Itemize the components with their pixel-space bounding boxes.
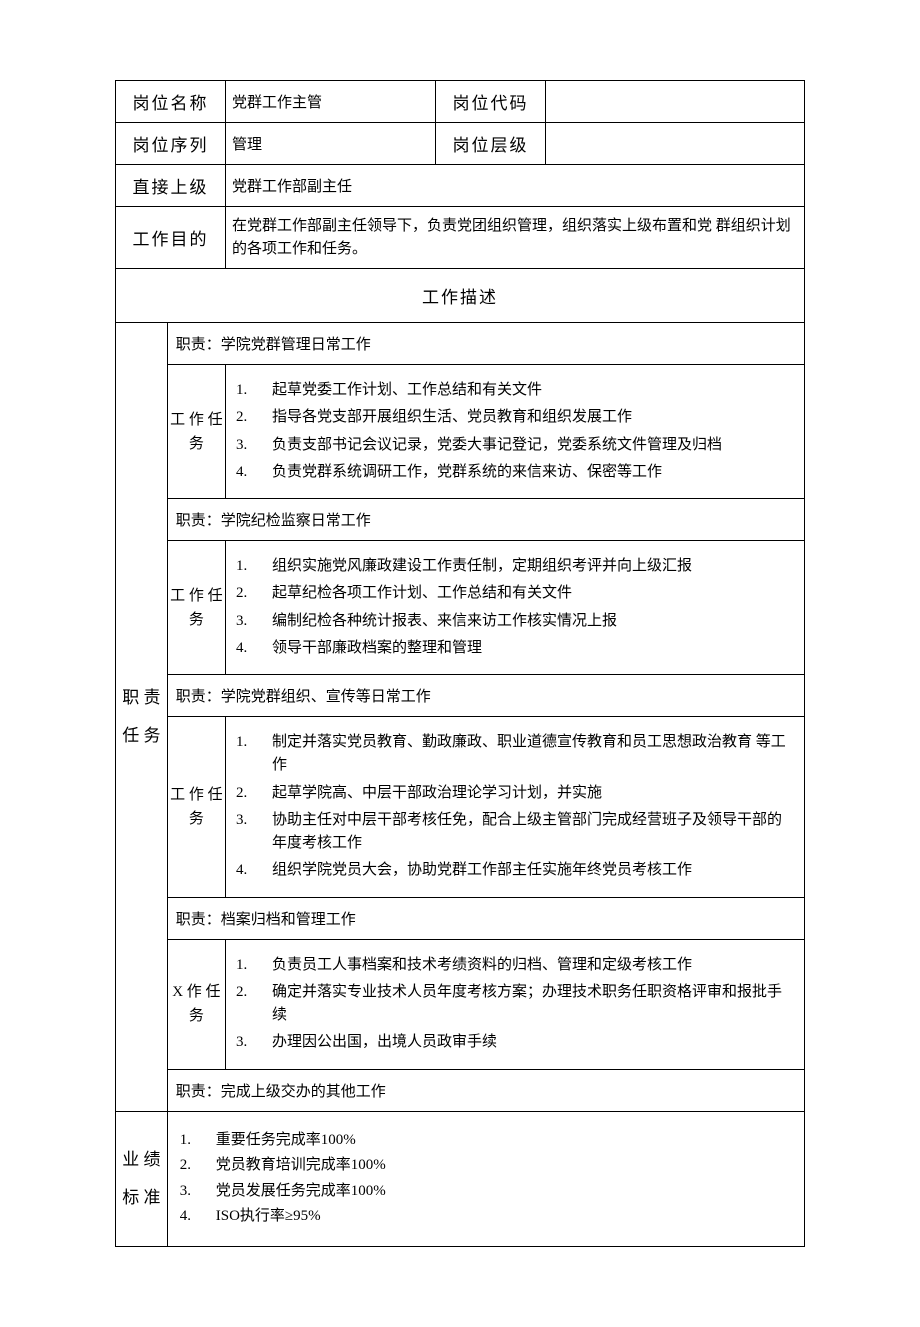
list-item: 2.指导各党支部开展组织生活、党员教育和组织发展工作 (236, 404, 794, 431)
standards-row: 业 绩 标 准 1.重要任务完成率100% 2.党员教育培训完成率100% 3.… (116, 1111, 805, 1246)
duty-1-task-list: 1.组织实施党风廉政建设工作责任制，定期组织考评并向上级汇报 2.起草纪检各项工… (232, 549, 798, 666)
row-position-name: 岗位名称 党群工作主管 岗位代码 (116, 81, 805, 123)
duty-1-tasks-cell: 1.组织实施党风廉政建设工作责任制，定期组织考评并向上级汇报 2.起草纪检各项工… (226, 541, 805, 675)
duty-3-title-row: 职责：档案归档和管理工作 (116, 897, 805, 939)
task-text: 起草纪检各项工作计划、工作总结和有关文件 (272, 582, 794, 605)
duty-0-tasks-row: 工 作 任 务 1.起草党委工作计划、工作总结和有关文件 2.指导各党支部开展组… (116, 365, 805, 499)
list-item: 4.领导干部廉政档案的整理和管理 (236, 635, 794, 662)
duty-2-sub-label: 工 作 任 务 (167, 717, 225, 898)
row-supervisor: 直接上级 党群工作部副主任 (116, 165, 805, 207)
task-text: 确定并落实专业技术人员年度考核方案；办理技术职务任职资格评审和报批手续 (272, 981, 794, 1028)
list-item: 1.重要任务完成率100% (180, 1128, 792, 1154)
standards-cell: 1.重要任务完成率100% 2.党员教育培训完成率100% 3.党员发展任务完成… (167, 1111, 804, 1246)
duty-2-title: 职责：学院党群组织、宣传等日常工作 (167, 675, 804, 717)
task-text: 协助主任对中层干部考核任免，配合上级主管部门完成经营班子及领导干部的年度考核工作 (272, 809, 794, 856)
standard-text: 党员发展任务完成率100% (216, 1179, 386, 1205)
label-position-code: 岗位代码 (436, 81, 546, 123)
value-position-name: 党群工作主管 (226, 81, 436, 123)
duty-0-task-list: 1.起草党委工作计划、工作总结和有关文件 2.指导各党支部开展组织生活、党员教育… (232, 373, 798, 490)
list-item: 1.负责员工人事档案和技术考绩资料的归档、管理和定级考核工作 (236, 952, 794, 979)
duty-0-tasks-cell: 1.起草党委工作计划、工作总结和有关文件 2.指导各党支部开展组织生活、党员教育… (226, 365, 805, 499)
duty-3-tasks-cell: 1.负责员工人事档案和技术考绩资料的归档、管理和定级考核工作 2.确定并落实专业… (226, 939, 805, 1069)
row-purpose: 工作目的 在党群工作部副主任领导下，负责党团组织管理，组织落实上级布置和党 群组… (116, 207, 805, 269)
duty-3-sub-label: X 作 任 务 (167, 939, 225, 1069)
standard-text: ISO执行率≥95% (216, 1204, 321, 1230)
list-item: 4.组织学院党员大会，协助党群工作部主任实施年终党员考核工作 (236, 857, 794, 884)
task-text: 指导各党支部开展组织生活、党员教育和组织发展工作 (272, 406, 794, 429)
task-text: 起草学院高、中层干部政治理论学习计划，并实施 (272, 782, 794, 805)
task-text: 组织实施党风廉政建设工作责任制，定期组织考评并向上级汇报 (272, 555, 794, 578)
list-item: 1.起草党委工作计划、工作总结和有关文件 (236, 377, 794, 404)
duty-1-title-row: 职责：学院纪检监察日常工作 (116, 499, 805, 541)
duty-2-title-row: 职责：学院党群组织、宣传等日常工作 (116, 675, 805, 717)
value-position-series: 管理 (226, 123, 436, 165)
duty-4-title: 职责：完成上级交办的其他工作 (167, 1069, 804, 1111)
label-position-name: 岗位名称 (116, 81, 226, 123)
list-item: 1.组织实施党风廉政建设工作责任制，定期组织考评并向上级汇报 (236, 553, 794, 580)
list-item: 3.协助主任对中层干部考核任免，配合上级主管部门完成经营班子及领导干部的年度考核… (236, 807, 794, 858)
task-text: 办理因公出国，出境人员政审手续 (272, 1031, 794, 1054)
list-item: 2.起草学院高、中层干部政治理论学习计划，并实施 (236, 780, 794, 807)
standards-list: 1.重要任务完成率100% 2.党员教育培训完成率100% 3.党员发展任务完成… (174, 1120, 798, 1238)
task-text: 负责支部书记会议记录，党委大事记登记，党委系统文件管理及归档 (272, 434, 794, 457)
duty-4-title-row: 职责：完成上级交办的其他工作 (116, 1069, 805, 1111)
duty-2-task-list: 1.制定并落实党员教育、勤政廉政、职业道德宣传教育和员工思想政治教育 等工作 2… (232, 725, 798, 889)
duty-2-tasks-row: 工 作 任 务 1.制定并落实党员教育、勤政廉政、职业道德宣传教育和员工思想政治… (116, 717, 805, 898)
task-text: 组织学院党员大会，协助党群工作部主任实施年终党员考核工作 (272, 859, 794, 882)
task-text: 负责员工人事档案和技术考绩资料的归档、管理和定级考核工作 (272, 954, 794, 977)
list-item: 3.编制纪检各种统计报表、来信来访工作核实情况上报 (236, 608, 794, 635)
value-position-code (546, 81, 805, 123)
list-item: 3.办理因公出国，出境人员政审手续 (236, 1029, 794, 1056)
list-item: 2.确定并落实专业技术人员年度考核方案；办理技术职务任职资格评审和报批手续 (236, 979, 794, 1030)
duties-vertical-label: 职 责 任 务 (116, 323, 168, 1112)
task-text: 编制纪检各种统计报表、来信来访工作核实情况上报 (272, 610, 794, 633)
duty-1-tasks-row: 工 作 任 务 1.组织实施党风廉政建设工作责任制，定期组织考评并向上级汇报 2… (116, 541, 805, 675)
list-item: 2.起草纪检各项工作计划、工作总结和有关文件 (236, 580, 794, 607)
job-description-table: 岗位名称 党群工作主管 岗位代码 岗位序列 管理 岗位层级 直接上级 党群工作部… (115, 80, 805, 1247)
duty-0-title: 职责：学院党群管理日常工作 (167, 323, 804, 365)
standard-text: 党员教育培训完成率100% (216, 1153, 386, 1179)
task-text: 负责党群系统调研工作，党群系统的来信来访、保密等工作 (272, 461, 794, 484)
list-item: 1.制定并落实党员教育、勤政廉政、职业道德宣传教育和员工思想政治教育 等工作 (236, 729, 794, 780)
work-description-title: 工作描述 (116, 269, 805, 323)
label-supervisor: 直接上级 (116, 165, 226, 207)
duty-2-tasks-cell: 1.制定并落实党员教育、勤政廉政、职业道德宣传教育和员工思想政治教育 等工作 2… (226, 717, 805, 898)
row-position-series: 岗位序列 管理 岗位层级 (116, 123, 805, 165)
task-text: 起草党委工作计划、工作总结和有关文件 (272, 379, 794, 402)
label-position-series: 岗位序列 (116, 123, 226, 165)
label-position-level: 岗位层级 (436, 123, 546, 165)
row-section-title: 工作描述 (116, 269, 805, 323)
value-position-level (546, 123, 805, 165)
list-item: 3.党员发展任务完成率100% (180, 1179, 792, 1205)
list-item: 4.ISO执行率≥95% (180, 1204, 792, 1230)
duty-3-task-list: 1.负责员工人事档案和技术考绩资料的归档、管理和定级考核工作 2.确定并落实专业… (232, 948, 798, 1061)
duty-1-sub-label: 工 作 任 务 (167, 541, 225, 675)
task-text: 制定并落实党员教育、勤政廉政、职业道德宣传教育和员工思想政治教育 等工作 (272, 731, 794, 778)
task-text: 领导干部廉政档案的整理和管理 (272, 637, 794, 660)
duty-3-tasks-row: X 作 任 务 1.负责员工人事档案和技术考绩资料的归档、管理和定级考核工作 2… (116, 939, 805, 1069)
list-item: 4.负责党群系统调研工作，党群系统的来信来访、保密等工作 (236, 459, 794, 486)
duty-0-sub-label: 工 作 任 务 (167, 365, 225, 499)
label-purpose: 工作目的 (116, 207, 226, 269)
standard-text: 重要任务完成率100% (216, 1128, 356, 1154)
duty-0-title-row: 职 责 任 务 职责：学院党群管理日常工作 (116, 323, 805, 365)
duty-3-title: 职责：档案归档和管理工作 (167, 897, 804, 939)
value-supervisor: 党群工作部副主任 (226, 165, 805, 207)
list-item: 2.党员教育培训完成率100% (180, 1153, 792, 1179)
duty-1-title: 职责：学院纪检监察日常工作 (167, 499, 804, 541)
list-item: 3.负责支部书记会议记录，党委大事记登记，党委系统文件管理及归档 (236, 432, 794, 459)
standards-vertical-label: 业 绩 标 准 (116, 1111, 168, 1246)
value-purpose: 在党群工作部副主任领导下，负责党团组织管理，组织落实上级布置和党 群组织计划的各… (226, 207, 805, 269)
